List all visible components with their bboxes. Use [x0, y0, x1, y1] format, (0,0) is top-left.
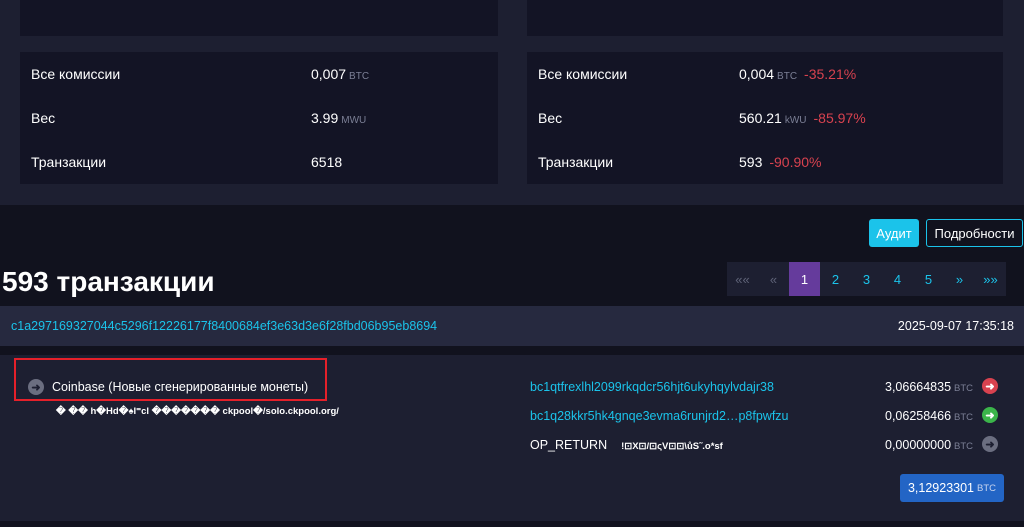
unit-label: BTC: [954, 441, 974, 452]
weight-value: 560.21: [739, 110, 782, 126]
amount-value: 3,06664835: [885, 380, 952, 394]
stat-value: 0,004 BTC -35.21%: [739, 66, 856, 82]
stat-value: 560.21 kWU -85.97%: [739, 110, 866, 126]
stat-value: 0,007 BTC: [311, 66, 369, 82]
left-summary-card: [20, 0, 498, 36]
amount-value: 0,06258466: [885, 409, 952, 423]
details-button[interactable]: Подробности: [926, 219, 1023, 247]
stat-row-weight: Вес 560.21 kWU -85.97%: [527, 96, 1003, 140]
stat-label: Все комиссии: [31, 66, 121, 82]
arrow-right-red-icon[interactable]: ➜: [982, 378, 998, 394]
right-summary-card: [527, 0, 1003, 36]
previous-page-button[interactable]: «: [758, 262, 789, 296]
right-stats: Все комиссии 0,004 BTC -35.21% Вес 560.21 k…: [527, 52, 1003, 184]
total-amount-badge: 3,12923301 BTC: [900, 474, 1004, 502]
stat-label: Вес: [538, 110, 563, 126]
op-return-output: OP_RETURN !⊡X⊡/⊡ςV⊡⊡\ůS˜.o*sf: [530, 438, 723, 452]
amount-value: 0,00000000: [885, 438, 952, 452]
stat-value: 3.99 MWU: [311, 110, 366, 126]
output-address-link[interactable]: bc1q28kkr5hk4gnqe3evma6runjrd2…p8fpwfzu: [530, 409, 789, 423]
page-3-button[interactable]: 3: [851, 262, 882, 296]
output-row: bc1qtfrexlhl2099rkqdcr56hjt6ukyhqylvdajr…: [530, 378, 1000, 398]
stat-row-transactions: Транзакции 6518: [20, 140, 498, 184]
weight-value: 3.99: [311, 110, 339, 126]
unit-label: kWU: [784, 115, 807, 126]
unit-label: BTC: [977, 482, 997, 494]
unit-label: BTC: [777, 71, 798, 82]
last-page-button[interactable]: »»: [975, 262, 1006, 296]
total-value: 3,12923301: [907, 481, 975, 495]
transaction-hash-link[interactable]: c1a297169327044c5296f12226177f8400684ef3…: [11, 319, 437, 333]
stat-value: 593 -90.90%: [739, 154, 822, 170]
audit-button[interactable]: Аудит: [869, 219, 919, 247]
page-2-button[interactable]: 2: [820, 262, 851, 296]
transaction-timestamp: 2025-09-07 17:35:18: [897, 319, 1014, 333]
output-address-link[interactable]: bc1qtfrexlhl2099rkqdcr56hjt6ukyhqylvdajr…: [530, 380, 774, 394]
output-amount: 0,00000000 BTC: [885, 438, 973, 452]
stat-row-fees: Все комиссии 0,004 BTC -35.21%: [527, 52, 1003, 96]
output-row: bc1q28kkr5hk4gnqe3evma6runjrd2…p8fpwfzu …: [530, 407, 1000, 427]
output-amount: 0,06258466 BTC: [885, 409, 973, 423]
stat-label: Транзакции: [538, 154, 614, 170]
stat-row-weight: Вес 3.99 MWU: [20, 96, 498, 140]
arrow-right-green-icon[interactable]: ➜: [982, 407, 998, 423]
page-4-button[interactable]: 4: [882, 262, 913, 296]
stat-row-transactions: Транзакции 593 -90.90%: [527, 140, 1003, 184]
stat-row-fees: Все комиссии 0,007 BTC: [20, 52, 498, 96]
tx-count-value: 6518: [311, 154, 343, 170]
stat-label: Транзакции: [31, 154, 107, 170]
fees-value: 0,007: [311, 66, 347, 82]
output-amount: 3,06664835 BTC: [885, 380, 973, 394]
unit-label: MWU: [341, 115, 367, 126]
unit-label: BTC: [954, 383, 974, 394]
page-1-button[interactable]: 1: [789, 262, 820, 296]
next-page-button[interactable]: »: [944, 262, 975, 296]
unit-label: BTC: [954, 412, 974, 423]
op-return-label: OP_RETURN: [530, 438, 608, 452]
left-stats: Все комиссии 0,007 BTC Вес 3.99 MWU Транза…: [20, 52, 498, 184]
delta-badge: -90.90%: [769, 154, 822, 170]
stat-label: Все комиссии: [538, 66, 628, 82]
coinbase-script-text: � �� h�Hd�♠I⁼cl ������� ckpool�/solo.ckp…: [56, 406, 339, 417]
coinbase-highlight-box: [14, 358, 327, 401]
output-row: OP_RETURN !⊡X⊡/⊡ςV⊡⊡\ůS˜.o*sf 0,00000000 B…: [530, 436, 1000, 456]
transaction-header: c1a297169327044c5296f12226177f8400684ef3…: [0, 306, 1024, 346]
tx-count-value: 593: [739, 154, 763, 170]
fees-value: 0,004: [739, 66, 775, 82]
stat-value: 6518: [311, 154, 342, 170]
delta-badge: -85.97%: [813, 110, 866, 126]
first-page-button[interactable]: ««: [727, 262, 758, 296]
pagination: «« « 1 2 3 4 5 » »»: [727, 262, 1006, 296]
stat-label: Вес: [31, 110, 56, 126]
unit-label: BTC: [349, 71, 370, 82]
delta-badge: -35.21%: [804, 66, 857, 82]
block-comparison-panel: Все комиссии 0,007 BTC Вес 3.99 MWU Транза…: [0, 0, 1024, 205]
arrow-right-grey-icon[interactable]: ➜: [982, 436, 998, 452]
op-return-data: !⊡X⊡/⊡ςV⊡⊡\ůS˜.o*sf: [621, 441, 723, 452]
page-5-button[interactable]: 5: [913, 262, 944, 296]
transactions-heading: 593 транзакции: [2, 266, 215, 297]
